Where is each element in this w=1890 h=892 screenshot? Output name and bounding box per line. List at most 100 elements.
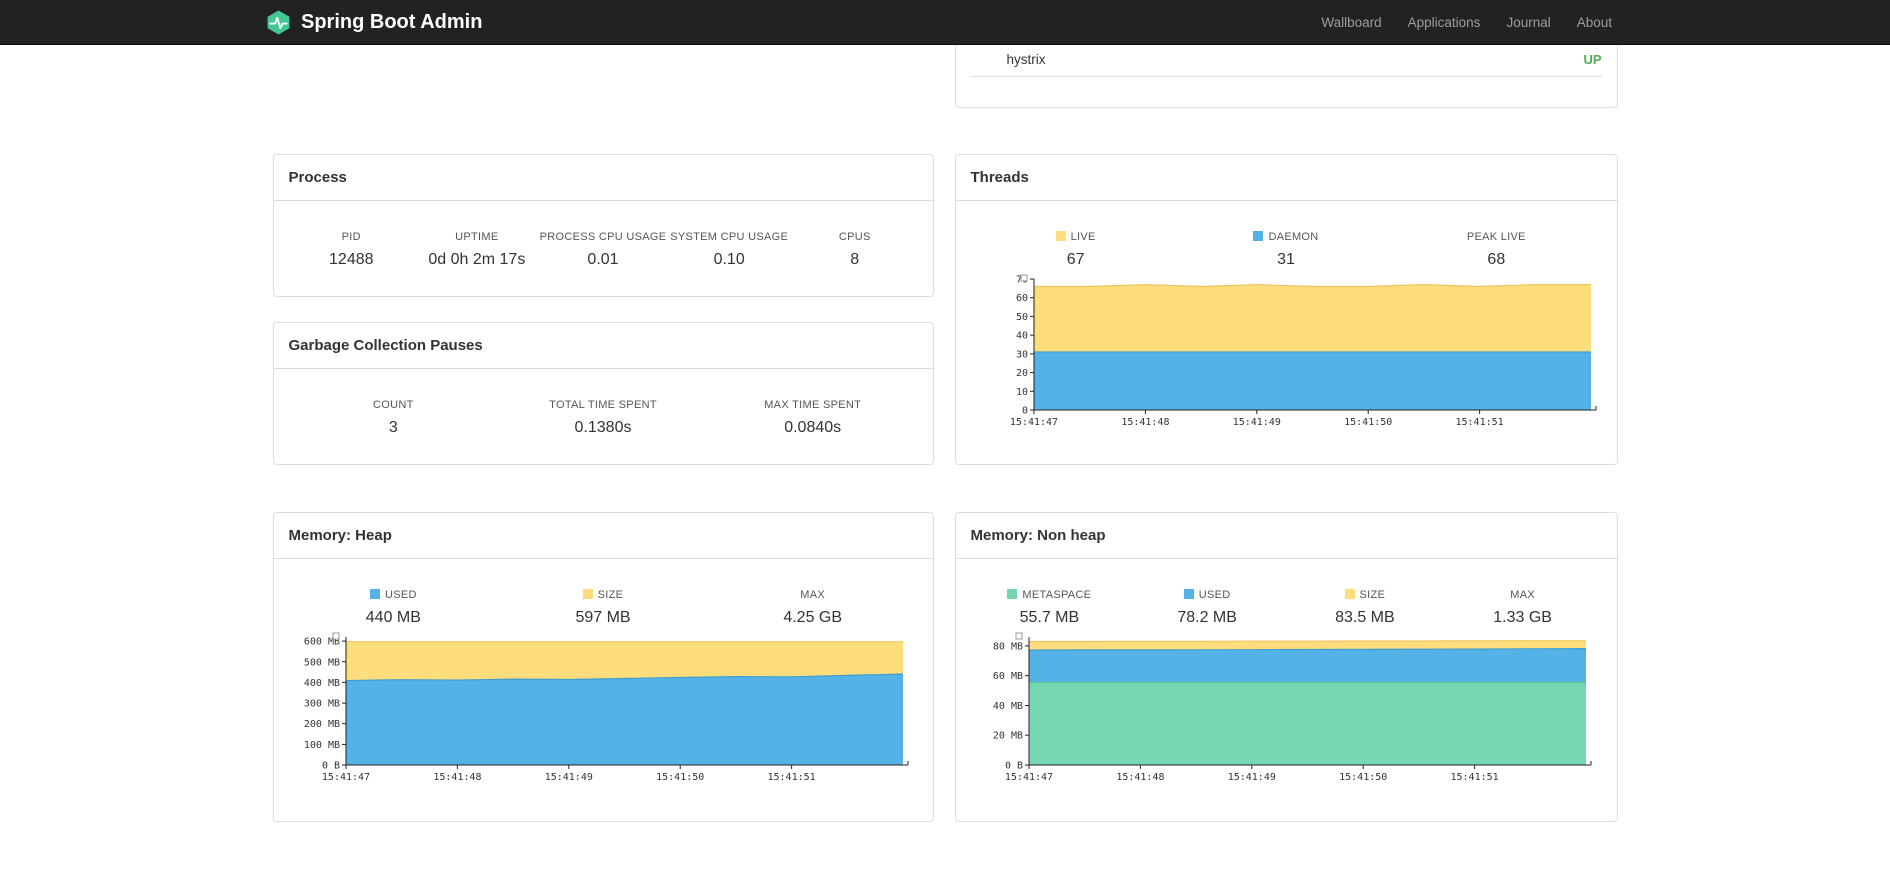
- stat-value: 0.1380s: [574, 419, 632, 436]
- stat-value: 4.25 GB: [783, 609, 843, 626]
- svg-text:15:41:50: 15:41:50: [1344, 417, 1392, 428]
- stat-label: MAX: [800, 589, 826, 601]
- gc-stats: COUNT 3 TOTAL TIME SPENT 0.1380s MAX TIME SP…: [289, 399, 918, 437]
- stat-value: 55.7 MB: [1019, 609, 1080, 626]
- svg-text:20: 20: [1015, 368, 1027, 379]
- row-memory: Memory: Heap USED 440 MB SIZE 597 MB MAX 4.25…: [272, 512, 1618, 822]
- stat-label: USED: [289, 589, 499, 601]
- svg-text:10: 10: [1015, 387, 1027, 398]
- svg-text:60: 60: [1015, 293, 1027, 304]
- stat-label: PID: [341, 231, 361, 243]
- svg-text:15:41:49: 15:41:49: [1232, 417, 1280, 428]
- nav-applications[interactable]: Applications: [1395, 0, 1494, 45]
- nonheap-panel: Memory: Non heap METASPACE 55.7 MB USED 78.…: [954, 512, 1618, 822]
- svg-text:60 MB: 60 MB: [992, 671, 1022, 682]
- stat-size: SIZE 83.5 MB: [1286, 589, 1444, 627]
- stat-daemon: DAEMON 31: [1181, 231, 1391, 269]
- svg-text:50: 50: [1015, 312, 1027, 323]
- svg-text:15:41:51: 15:41:51: [1455, 417, 1503, 428]
- svg-text:80 MB: 80 MB: [992, 641, 1022, 652]
- svg-text:15:41:48: 15:41:48: [1121, 417, 1169, 428]
- stat-value: 0.01: [587, 251, 619, 268]
- stat-value: 3: [388, 419, 398, 436]
- stat-count: COUNT 3: [289, 399, 499, 437]
- svg-text:15:41:50: 15:41:50: [656, 772, 704, 783]
- stat-value: 0.0840s: [784, 419, 842, 436]
- pulse-logo-icon: [265, 9, 292, 36]
- svg-text:100 MB: 100 MB: [303, 740, 339, 751]
- svg-text:200 MB: 200 MB: [303, 719, 339, 730]
- row-health: hystrix UP: [273, 45, 1618, 108]
- nonheap-panel-title: Memory: Non heap: [955, 513, 1617, 559]
- stat-value: 78.2 MB: [1177, 609, 1237, 626]
- stat-system-cpu-usage: SYSTEM CPU USAGE 0.10: [666, 231, 792, 269]
- legend-swatch-icon: [369, 589, 380, 599]
- threads-panel-title: Threads: [955, 155, 1617, 201]
- nav-journal[interactable]: Journal: [1493, 0, 1563, 45]
- nonheap-chart: 0 B 20 MB 40 MB 60 MB 80 MB 15:41:47 15:41:48 1…: [971, 630, 1602, 785]
- stat-max: MAX 1.33 GB: [1444, 589, 1602, 627]
- stat-used: USED 78.2 MB: [1128, 589, 1286, 627]
- svg-text:15:41:50: 15:41:50: [1339, 772, 1387, 783]
- process-panel: Process PID 12488 UPTIME 0d 0h 2m 17s PROCES…: [272, 154, 934, 297]
- nav-wallboard[interactable]: Wallboard: [1308, 0, 1394, 45]
- threads-panel: Threads LIVE 67 DAEMON 31 PEAK LIVE 68 0 10 20 3…: [954, 154, 1618, 465]
- svg-text:300 MB: 300 MB: [303, 699, 339, 710]
- stat-max-time-spent: MAX TIME SPENT 0.0840s: [708, 399, 918, 437]
- brand-title: Spring Boot Admin: [301, 10, 483, 33]
- navbar-menu: Wallboard Applications Journal About: [1308, 0, 1625, 44]
- health-item-name: hystrix: [1006, 52, 1046, 67]
- stat-label: METASPACE: [971, 589, 1129, 601]
- stat-live: LIVE 67: [971, 231, 1181, 269]
- svg-text:15:41:51: 15:41:51: [1450, 772, 1498, 783]
- stat-value: 12488: [329, 251, 374, 268]
- svg-text:30: 30: [1015, 349, 1027, 360]
- stat-label: USED: [1128, 589, 1286, 601]
- svg-text:15:41:49: 15:41:49: [1227, 772, 1275, 783]
- stat-value: 31: [1277, 251, 1295, 268]
- legend-swatch-icon: [1183, 589, 1194, 599]
- stat-value: 440 MB: [365, 609, 421, 626]
- stat-label: LIVE: [971, 231, 1181, 243]
- stat-size: SIZE 597 MB: [498, 589, 708, 627]
- stat-label: MAX TIME SPENT: [764, 399, 862, 411]
- nav-about[interactable]: About: [1564, 0, 1625, 45]
- stat-used: USED 440 MB: [289, 589, 499, 627]
- stat-label: UPTIME: [455, 231, 499, 243]
- stat-value: 1.33 GB: [1493, 609, 1552, 626]
- heap-panel: Memory: Heap USED 440 MB SIZE 597 MB MAX 4.25…: [272, 512, 934, 822]
- legend-swatch-icon: [582, 589, 593, 599]
- top-navbar: Spring Boot Admin Wallboard Applications…: [0, 0, 1890, 45]
- svg-text:0 B: 0 B: [321, 761, 339, 772]
- stat-metaspace: METASPACE 55.7 MB: [971, 589, 1129, 627]
- threads-legend: LIVE 67 DAEMON 31 PEAK LIVE 68: [971, 231, 1602, 269]
- stat-value: 68: [1487, 251, 1506, 268]
- stat-value: 0.10: [713, 251, 745, 268]
- brand-link[interactable]: Spring Boot Admin: [265, 9, 482, 36]
- stat-label: TOTAL TIME SPENT: [549, 399, 657, 411]
- heap-panel-title: Memory: Heap: [273, 513, 933, 559]
- svg-text:15:41:51: 15:41:51: [767, 772, 815, 783]
- process-panel-title: Process: [273, 155, 933, 201]
- status-badge: UP: [1583, 52, 1602, 67]
- stat-value: 83.5 MB: [1335, 609, 1395, 626]
- legend-swatch-icon: [1253, 231, 1264, 241]
- process-stats: PID 12488 UPTIME 0d 0h 2m 17s PROCESS CPU US…: [289, 231, 918, 269]
- svg-text:15:41:47: 15:41:47: [1009, 417, 1057, 428]
- heap-chart: 0 B 100 MB 200 MB 300 MB 400 MB 500 MB 600 MB 1…: [289, 630, 918, 785]
- svg-text:15:41:47: 15:41:47: [1004, 772, 1052, 783]
- svg-text:40: 40: [1015, 331, 1027, 342]
- stat-label: DAEMON: [1181, 231, 1391, 243]
- nonheap-legend: METASPACE 55.7 MB USED 78.2 MB SIZE 83.5 MB MA…: [971, 589, 1602, 627]
- stat-label: COUNT: [373, 399, 414, 411]
- stat-process-cpu-usage: PROCESS CPU USAGE 0.01: [540, 231, 667, 269]
- threads-chart: 01020304050607015:41:4715:41:4815:41:491…: [971, 272, 1602, 430]
- stat-label: PROCESS CPU USAGE: [539, 231, 667, 243]
- stat-value: 8: [850, 251, 860, 268]
- row-process-threads: Process PID 12488 UPTIME 0d 0h 2m 17s PROCES…: [272, 154, 1618, 465]
- svg-text:0 B: 0 B: [1004, 761, 1022, 772]
- stat-label: SIZE: [1286, 589, 1444, 601]
- stat-total-time-spent: TOTAL TIME SPENT 0.1380s: [498, 399, 708, 437]
- gc-panel-title: Garbage Collection Pauses: [273, 323, 933, 369]
- stat-label: MAX: [1510, 589, 1535, 601]
